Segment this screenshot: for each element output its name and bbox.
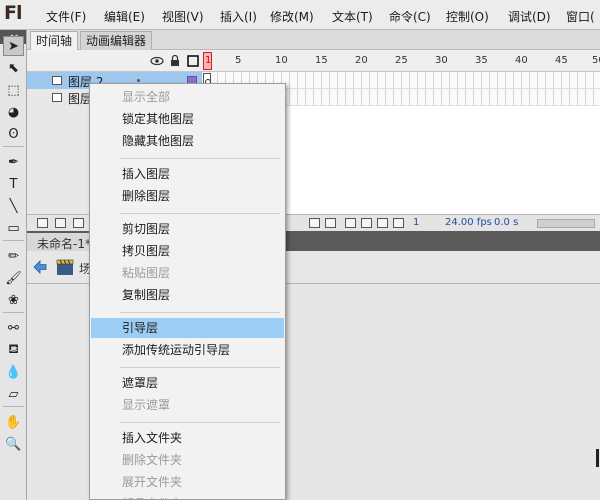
context-menu-item: 显示遮罩 [122,398,171,412]
subselection-tool-icon[interactable]: ⬉ [3,58,24,78]
bone-tool-icon[interactable]: ⚯ [3,318,24,338]
context-menu-item[interactable]: 添加传统运动引导层 [90,340,285,360]
layer-context-menu: 显示全部锁定其他图层 隐藏其他图层 插入图层 删除图层剪切图层 拷贝图层粘贴图层复制图层… [89,83,286,500]
context-menu-item: 删除文件夹 [122,453,183,467]
context-menu-item[interactable]: 引导层 [91,318,284,338]
deco-tool-icon[interactable]: ❀ [3,290,24,310]
frame-number: 35 [475,55,488,66]
menu-item[interactable]: 控制(O) [446,8,489,25]
toolbar-separator [3,146,24,147]
context-menu-item[interactable]: 拷贝图层 [90,241,285,261]
outline-icon[interactable] [186,55,200,67]
center-frame-icon[interactable] [309,218,320,228]
menu-item[interactable]: 文本(T) [332,8,373,25]
frame-rate[interactable]: 24.00 fps [445,217,492,228]
layer-type-icon [52,93,62,102]
frame-number: 10 [275,55,288,66]
tab-motion-editor[interactable]: 动画编辑器 [80,31,153,50]
menu-item[interactable]: 插入(I) [220,8,257,25]
elapsed-time: 0.0 s [494,217,519,228]
context-menu-item[interactable]: 复制图层 [90,285,285,305]
frame-number: 25 [395,55,408,66]
edit-multiple-frames-icon[interactable] [377,218,388,228]
frame-number: 15 [315,55,328,66]
new-layer-icon[interactable] [37,218,48,228]
frame-number: 1 [205,55,212,66]
pen-tool-icon[interactable]: ✒ [3,152,24,172]
context-menu-item: 折叠文件夹 [90,494,285,500]
eye-icon[interactable] [150,55,164,67]
current-frame[interactable]: 1 [413,217,419,228]
menu-item[interactable]: 编辑(E) [104,8,145,25]
tools-panel: ◂◂ ➤⬉⬚◕ʘ✒T╲▭✏🖌❀⚯⛾💧▱✋🔍 [0,30,27,500]
panel-tabs: 时间轴 动画编辑器 [27,30,600,50]
context-menu-item[interactable]: 剪切图层 [90,219,285,239]
frame-number: 20 [355,55,368,66]
context-menu-item[interactable]: 锁定其他图层 [90,109,285,129]
scene-clapper-icon[interactable] [55,257,75,277]
layer-type-icon [52,76,62,85]
frame-number: 40 [515,55,528,66]
toolbar-separator [3,240,24,241]
lasso-tool-icon[interactable]: ʘ [3,124,24,144]
eyedropper-tool-icon[interactable]: 💧 [3,362,24,382]
context-menu-item[interactable]: 隐藏其他图层 [90,131,285,151]
menu-item[interactable]: 文件(F) [46,8,86,25]
brush-tool-icon[interactable]: 🖌 [3,268,24,288]
context-menu-item[interactable]: 删除图层 [90,186,285,206]
menu-item[interactable]: 窗口( [566,8,595,25]
context-menu-item[interactable]: 遮罩层 [90,373,285,393]
menu-separator [120,422,280,423]
toolbar-separator [3,406,24,407]
menu-item[interactable]: 命令(C) [389,8,431,25]
frame-number: 30 [435,55,448,66]
app-logo: Fl [4,2,22,24]
context-menu-item: 显示全部 [122,90,171,104]
3d-rotation-tool-icon[interactable]: ◕ [3,102,24,122]
horizontal-scrollbar[interactable] [537,219,595,228]
selection-tool-icon[interactable]: ➤ [3,36,24,56]
lock-icon[interactable] [168,55,182,67]
back-arrow-icon[interactable] [32,259,48,275]
hand-tool-icon[interactable]: ✋ [3,412,24,432]
rectangle-tool-icon[interactable]: ▭ [3,218,24,238]
menu-separator [120,158,280,159]
delete-layer-icon[interactable] [73,218,84,228]
pencil-tool-icon[interactable]: ✏ [3,246,24,266]
eraser-tool-icon[interactable]: ▱ [3,384,24,404]
menu-bar: Fl 文件(F) 编辑(E) 视图(V) 插入(I) 修改(M) 文本(T) 命令(C) 控制… [0,0,600,30]
loop-icon[interactable] [325,218,336,228]
free-transform-tool-icon[interactable]: ⬚ [3,80,24,100]
context-menu-item[interactable]: 插入图层 [90,164,285,184]
toolbar-separator [3,312,24,313]
menu-item[interactable]: 调试(D) [508,8,551,25]
visibility-dot[interactable] [137,79,140,82]
text-tool-icon[interactable]: T [3,174,24,194]
context-menu-item[interactable]: 插入文件夹 [90,428,285,448]
stage-edge [596,449,599,467]
onion-outline-icon[interactable] [361,218,372,228]
menu-item[interactable]: 视图(V) [162,8,204,25]
line-tool-icon[interactable]: ╲ [3,196,24,216]
menu-item[interactable]: 修改(M) [270,8,314,25]
menu-separator [120,312,280,313]
frame-number: 50 [592,55,600,66]
onion-skin-icon[interactable] [345,218,356,228]
paint-bucket-tool-icon[interactable]: ⛾ [3,340,24,360]
frame-ruler[interactable]: 15101520253035404550 [202,50,600,72]
menu-separator [120,213,280,214]
modify-markers-icon[interactable] [393,218,404,228]
context-menu-item: 展开文件夹 [122,475,183,489]
frame-number: 5 [235,55,242,66]
menu-separator [120,367,280,368]
tab-timeline[interactable]: 时间轴 [30,31,79,50]
frame-number: 45 [555,55,568,66]
new-folder-icon[interactable] [55,218,66,228]
timeline-header: 15101520253035404550 [27,50,600,72]
zoom-tool-icon[interactable]: 🔍 [3,434,24,454]
context-menu-item: 粘贴图层 [122,266,171,280]
